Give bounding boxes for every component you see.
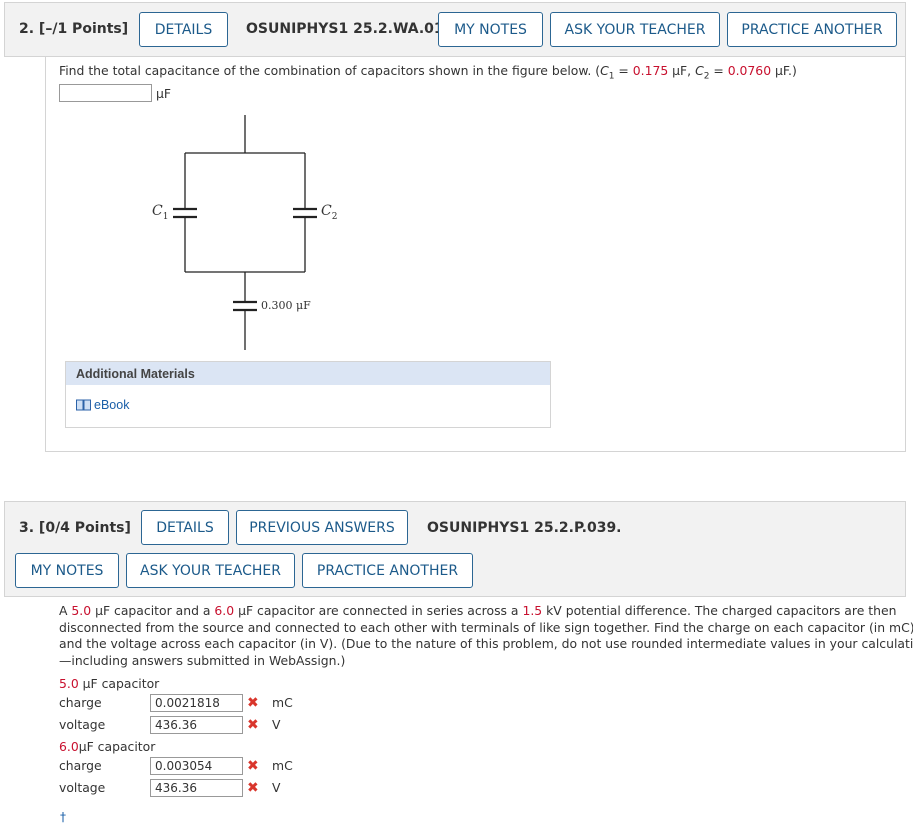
book-icon [76, 399, 91, 411]
q3-problem-code: OSUNIPHYS1 25.2.P.039. [427, 520, 622, 536]
cap2-voltage-unit: V [272, 780, 281, 795]
additional-materials-panel: Additional Materials eBook [65, 361, 551, 428]
cap2-voltage-wrong-icon: ✖ [247, 780, 259, 796]
q2-answer-input[interactable] [59, 84, 152, 102]
q2-problem-code: OSUNIPHYS1 25.2.WA.016. [246, 21, 459, 37]
q2-details-button[interactable]: DETAILS [139, 12, 228, 47]
c3-label: 0.300 μF [261, 299, 311, 312]
q2-practice-another-button[interactable]: PRACTICE ANOTHER [727, 12, 897, 47]
cap1-voltage-unit: V [272, 717, 281, 732]
q2-c2-value: 0.0760 [727, 63, 772, 78]
q3-details-button[interactable]: DETAILS [141, 510, 229, 545]
cap1-voltage-input[interactable] [150, 716, 243, 734]
cap2-voltage-label: voltage [59, 780, 106, 795]
cap2-charge-label: charge [59, 758, 102, 773]
ebook-link[interactable]: eBook [76, 398, 129, 412]
cap1-heading: 5.0 μF capacitor [59, 676, 160, 691]
c2-label: C2 [321, 203, 338, 222]
cap1-charge-label: charge [59, 695, 102, 710]
q2-my-notes-button[interactable]: MY NOTES [438, 12, 543, 47]
c1-label: C1 [152, 203, 169, 222]
q2-c1-value: 0.175 [632, 63, 669, 78]
q3-question-text: A 5.0 μF capacitor and a 6.0 μF capacito… [59, 603, 913, 668]
q2-ask-teacher-button[interactable]: ASK YOUR TEACHER [550, 12, 720, 47]
q3-previous-answers-button[interactable]: PREVIOUS ANSWERS [236, 510, 408, 545]
q3-my-notes-button[interactable]: MY NOTES [15, 553, 119, 588]
cap1-voltage-wrong-icon: ✖ [247, 717, 259, 733]
additional-materials-header: Additional Materials [66, 362, 550, 385]
cap2-charge-wrong-icon: ✖ [247, 758, 259, 774]
footnote-dagger-link[interactable]: † [60, 810, 66, 824]
cap2-heading: 6.0μF capacitor [59, 739, 156, 754]
q2-question-text: Find the total capacitance of the combin… [59, 63, 797, 82]
q3-ask-teacher-button[interactable]: ASK YOUR TEACHER [126, 553, 295, 588]
cap1-charge-unit: mC [272, 695, 293, 710]
q2-answer-unit: μF [156, 86, 172, 101]
question-2-points: 2. [–/1 Points] [19, 21, 129, 37]
cap2-charge-unit: mC [272, 758, 293, 773]
cap2-charge-input[interactable] [150, 757, 243, 775]
cap1-voltage-label: voltage [59, 717, 106, 732]
ebook-label: eBook [94, 398, 130, 412]
question-3-points: 3. [0/4 Points] [19, 520, 131, 536]
cap1-charge-wrong-icon: ✖ [247, 695, 259, 711]
q3-practice-another-button[interactable]: PRACTICE ANOTHER [302, 553, 473, 588]
cap2-voltage-input[interactable] [150, 779, 243, 797]
cap1-charge-input[interactable] [150, 694, 243, 712]
